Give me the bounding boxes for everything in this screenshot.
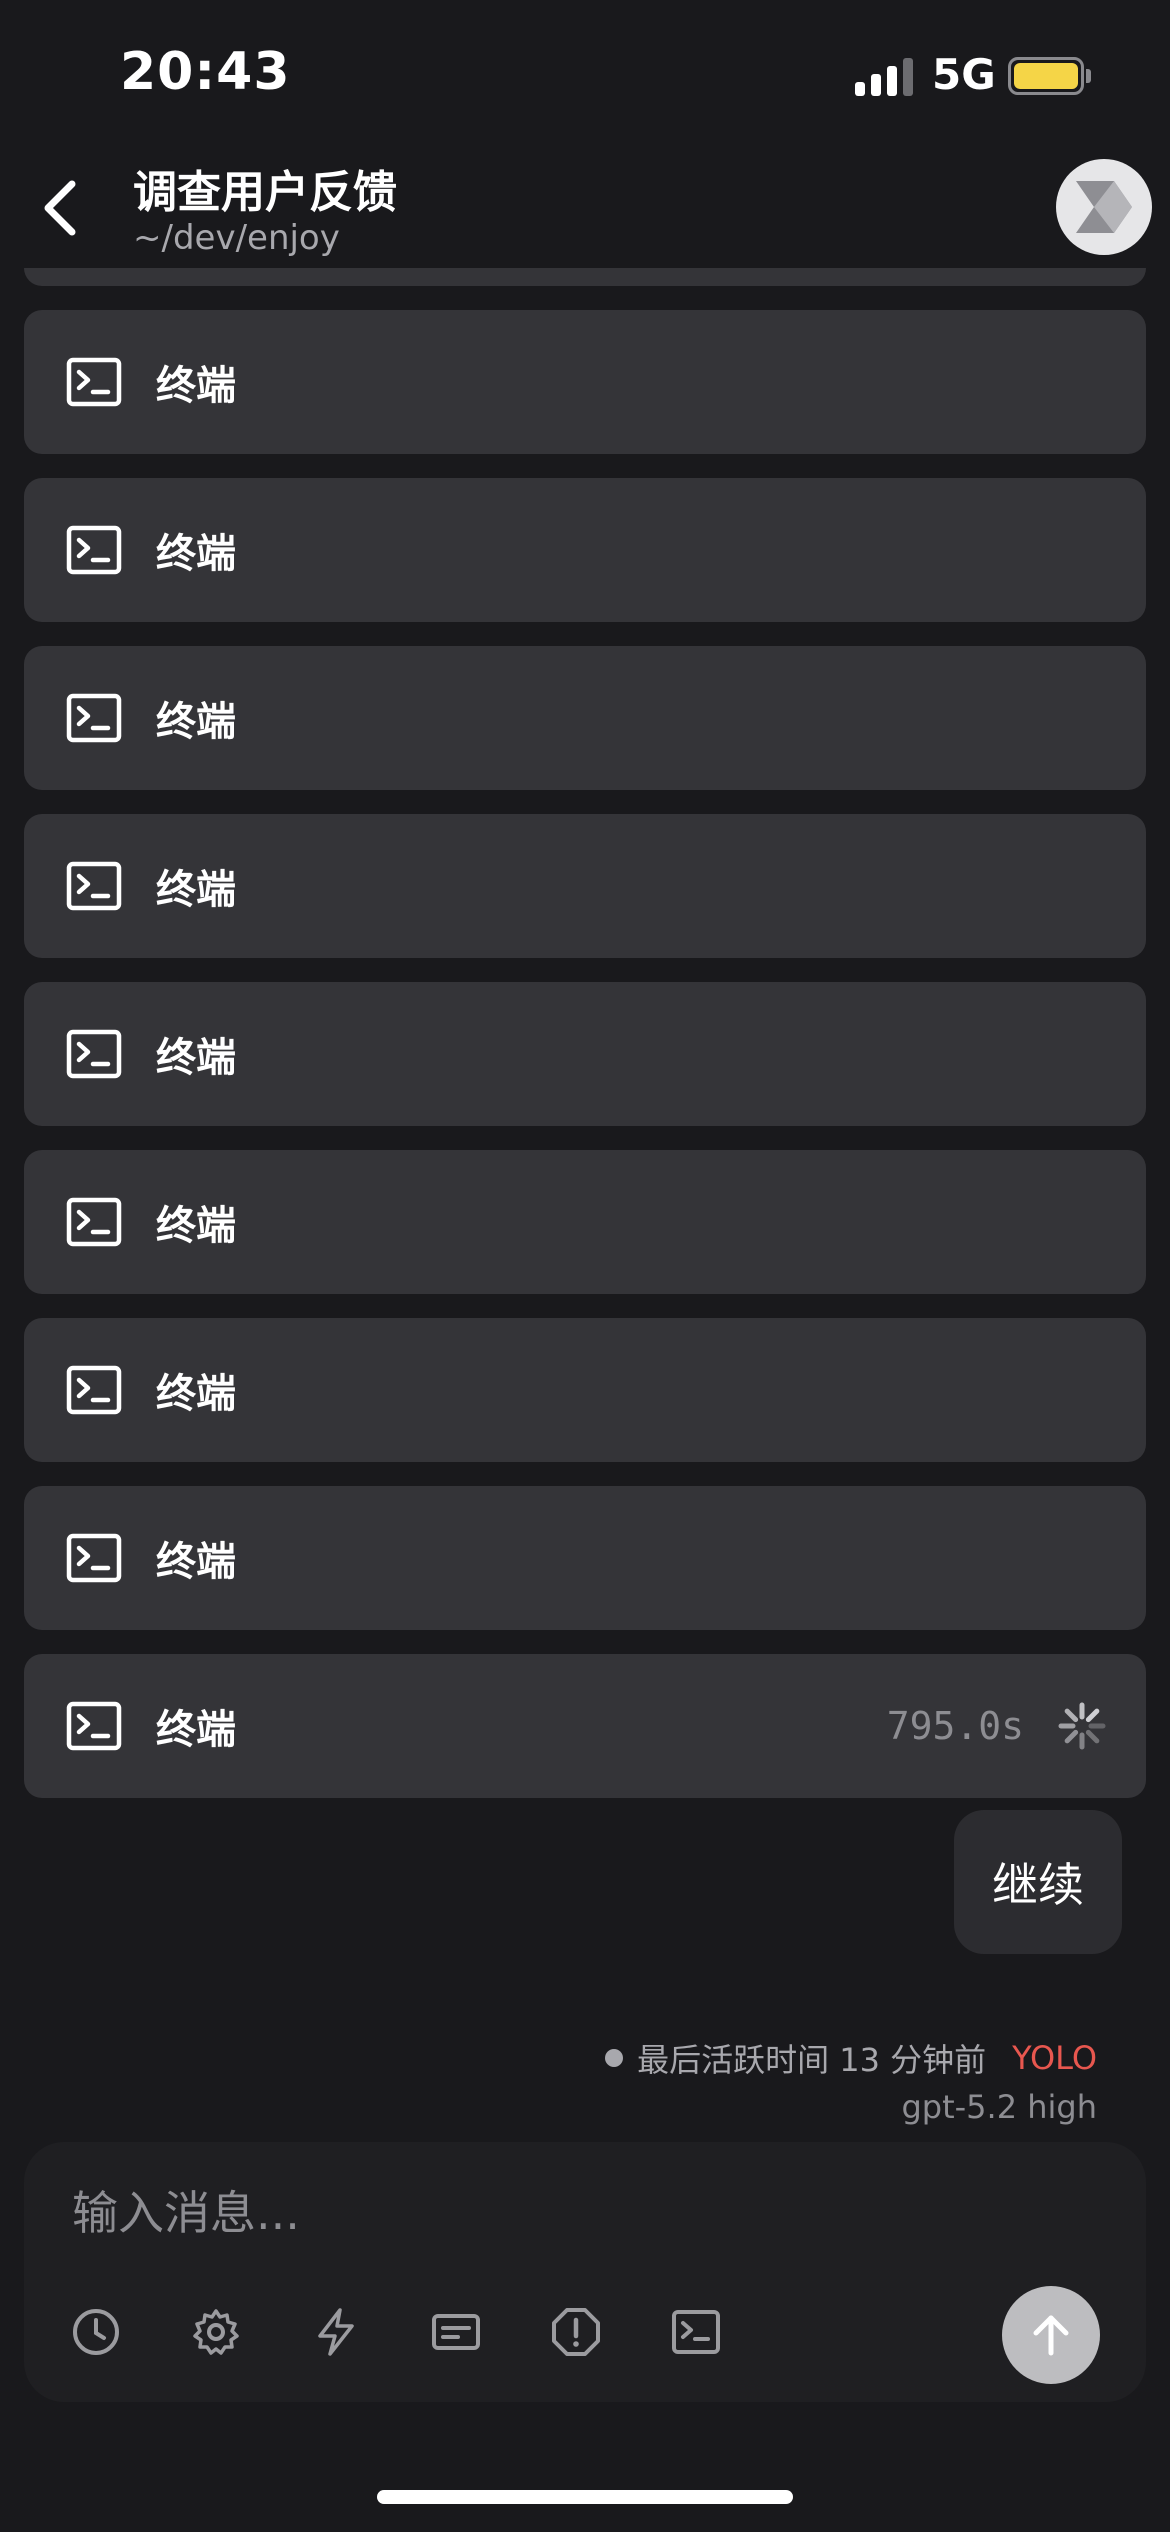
composer [24,2142,1146,2402]
elapsed-time: 795.0s [886,1704,1024,1748]
terminal-card-label: 终端 [156,867,236,913]
message-input[interactable] [72,2178,972,2248]
previous-card-edge [24,268,1146,286]
status-dot [605,2049,624,2067]
terminal-button[interactable] [670,2302,790,2362]
terminal-icon [672,2310,720,2354]
terminal-card[interactable]: 终端 [24,1150,1146,1294]
terminal-card[interactable]: 终端 [24,1486,1146,1630]
alerts-button[interactable] [550,2302,670,2362]
home-indicator[interactable] [377,2490,793,2504]
terminal-icon [66,1029,122,1079]
terminal-card-label: 终端 [156,1203,236,1249]
status-time: 20:43 [120,42,291,102]
terminal-icon [66,525,122,575]
terminal-card[interactable]: 终端 [24,646,1146,790]
signal-icon [855,58,915,96]
model-label[interactable]: gpt-5.2 high [901,2088,1097,2126]
network-label: 5G [932,50,996,99]
terminal-card-label: 终端 [156,1035,236,1081]
user-message-bubble: 继续 [954,1810,1122,1954]
chevron-left-icon [44,180,76,236]
arrow-up-icon [1033,2315,1069,2356]
terminal-card-label: 终端 [156,531,236,577]
activity-row: 最后活跃时间 13 分钟前 YOLO [605,2035,1097,2081]
terminal-icon [66,357,122,407]
history-button[interactable] [70,2302,190,2362]
terminal-icon [66,1533,122,1583]
settings-button[interactable] [190,2302,310,2362]
terminal-list: 终端 终端 终端 终端 终端 终端 终端 终端 终端 795.0s [24,310,1146,1822]
terminal-icon [66,861,122,911]
terminal-icon [66,1197,122,1247]
terminal-icon [66,693,122,743]
message-box-icon [432,2314,480,2350]
terminal-icon [66,1701,122,1751]
mode-badge[interactable]: YOLO [1012,2039,1097,2077]
loading-spinner-icon [1058,1702,1106,1750]
back-button[interactable] [40,172,90,244]
terminal-card-label: 终端 [156,1539,236,1585]
lightning-icon [318,2308,354,2356]
terminal-card[interactable]: 终端 [24,814,1146,958]
terminal-card[interactable]: 终端 795.0s [24,1654,1146,1798]
page-title: 调查用户反馈 [133,167,397,218]
terminal-card-label: 终端 [156,699,236,745]
terminal-card-label: 终端 [156,1371,236,1417]
screen: 20:43 5G 调查用户反馈 ~/dev/enjoy 终端 终端 终端 终端 终端 终端… [0,0,1170,2532]
send-button[interactable] [1002,2286,1100,2384]
alert-octagon-icon [552,2308,600,2356]
terminal-card[interactable]: 终端 [24,982,1146,1126]
terminal-card-label: 终端 [156,363,236,409]
terminal-card[interactable]: 终端 [24,478,1146,622]
app-logo-icon [1076,181,1132,233]
messages-button[interactable] [430,2302,550,2362]
gear-icon [193,2309,239,2355]
clock-icon [73,2309,119,2355]
composer-toolbar [70,2302,790,2362]
terminal-card[interactable]: 终端 [24,1318,1146,1462]
page-subtitle: ~/dev/enjoy [133,218,340,258]
avatar[interactable] [1056,159,1152,255]
terminal-card-label: 终端 [156,1707,236,1753]
terminal-icon [66,1365,122,1415]
terminal-card[interactable]: 终端 [24,310,1146,454]
battery-cap [1086,69,1091,83]
last-active-text: 最后活跃时间 13 分钟前 [637,2041,987,2079]
battery-icon [1008,57,1084,95]
actions-button[interactable] [310,2302,430,2362]
